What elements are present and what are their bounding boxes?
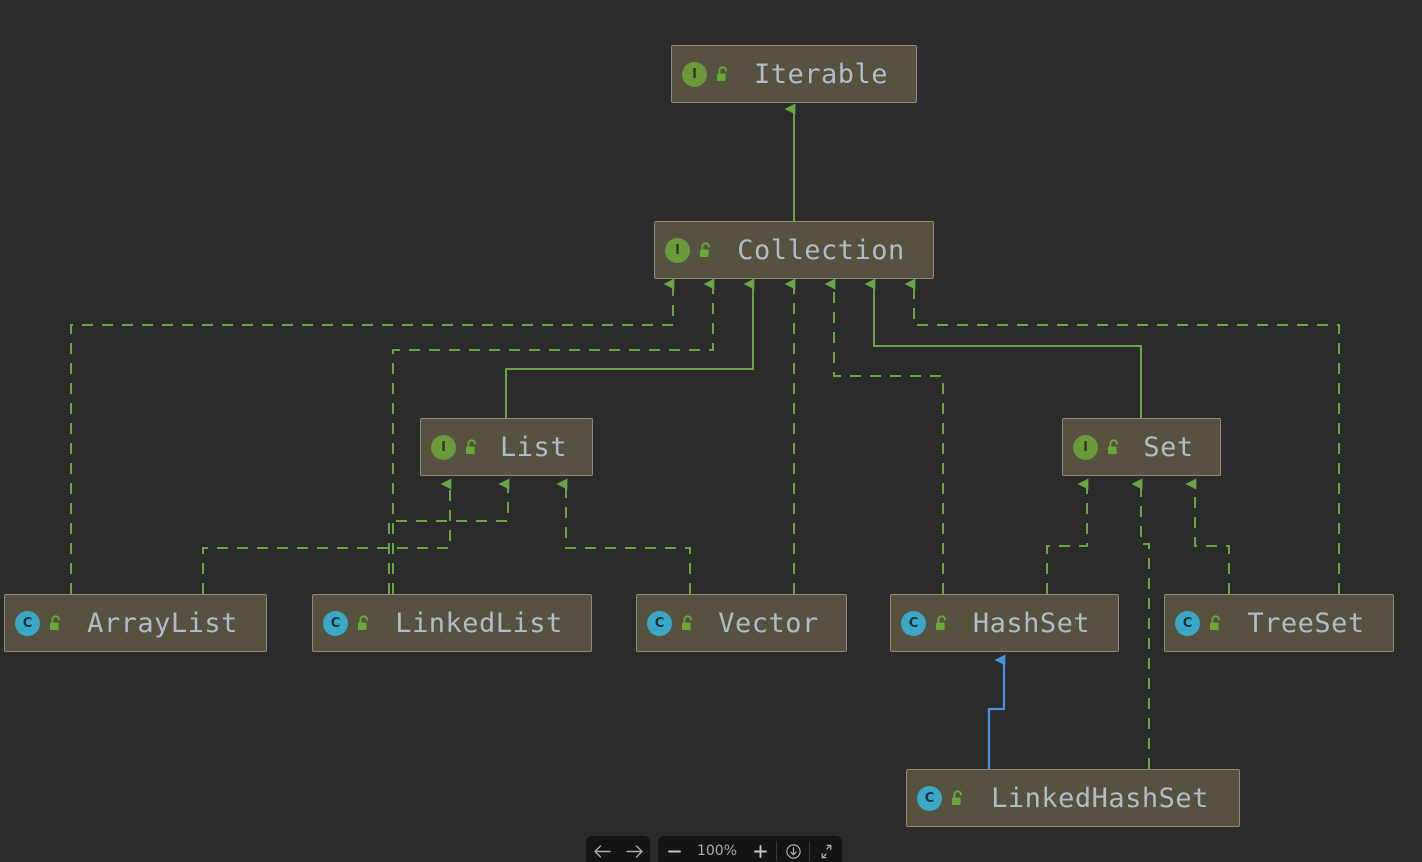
visibility-lock bbox=[47, 614, 65, 633]
node-hashset[interactable]: C HashSet bbox=[890, 594, 1119, 652]
node-icons: C bbox=[323, 610, 373, 636]
fit-content-icon bbox=[821, 844, 831, 858]
edge-vector-list[interactable] bbox=[556, 478, 691, 594]
visibility-lock bbox=[463, 438, 481, 457]
edge-linkedhashset-set[interactable] bbox=[1131, 478, 1150, 769]
node-treeset[interactable]: C TreeSet bbox=[1164, 594, 1394, 652]
diagram-canvas[interactable]: I Iterable I Collection I List I Set C ArrayList C… bbox=[0, 0, 1422, 862]
node-icons: C bbox=[901, 610, 951, 636]
node-collection[interactable]: I Collection bbox=[654, 221, 934, 279]
edge-hashset-set[interactable] bbox=[1046, 478, 1089, 594]
node-icons: C bbox=[917, 785, 967, 811]
unlocked-padlock-icon bbox=[358, 614, 368, 630]
edge-arraylist-list[interactable] bbox=[202, 478, 452, 594]
visibility-lock bbox=[1207, 614, 1225, 633]
edge-list-collection[interactable] bbox=[505, 278, 755, 418]
node-icons: C bbox=[15, 610, 65, 636]
node-linkedhashset[interactable]: C LinkedHashSet bbox=[906, 769, 1240, 827]
edge-treeset-set[interactable] bbox=[1185, 478, 1230, 594]
visibility-lock bbox=[1105, 438, 1123, 457]
unlocked-padlock-icon bbox=[50, 614, 60, 630]
class-icon: C bbox=[901, 610, 926, 636]
node-label: LinkedList bbox=[395, 607, 563, 639]
unlocked-padlock-icon bbox=[936, 614, 946, 630]
node-linkedlist[interactable]: C LinkedList bbox=[312, 594, 592, 652]
fit-content-button[interactable] bbox=[810, 836, 842, 862]
interface-icon: I bbox=[431, 434, 456, 460]
node-label: List bbox=[499, 431, 568, 463]
node-list[interactable]: I List bbox=[420, 418, 593, 476]
actual-size-icon bbox=[785, 843, 801, 859]
node-icons: C bbox=[647, 610, 697, 636]
node-icons: I bbox=[682, 61, 732, 87]
unlocked-padlock-icon bbox=[1210, 614, 1220, 630]
class-icon: C bbox=[647, 610, 672, 636]
node-arraylist[interactable]: C ArrayList bbox=[4, 594, 267, 652]
visibility-lock bbox=[697, 241, 715, 260]
minus-icon bbox=[667, 850, 681, 852]
visibility-lock bbox=[949, 789, 967, 808]
class-icon: C bbox=[1175, 610, 1200, 636]
arrow-right-icon bbox=[625, 844, 643, 858]
edge-linkedhashset-hashset[interactable] bbox=[987, 654, 1006, 769]
node-label: Vector bbox=[718, 607, 819, 639]
unlocked-padlock-icon bbox=[682, 614, 692, 630]
zoom-out-button[interactable] bbox=[658, 836, 690, 862]
diagram-toolbar[interactable]: 100% bbox=[586, 836, 842, 862]
edge-set-collection[interactable] bbox=[864, 278, 1142, 418]
node-set[interactable]: I Set bbox=[1062, 418, 1221, 476]
interface-icon: I bbox=[1073, 434, 1098, 460]
node-vector[interactable]: C Vector bbox=[636, 594, 847, 652]
unlocked-padlock-icon bbox=[717, 65, 727, 81]
class-icon: C bbox=[917, 785, 942, 811]
edge-linkedlist-list[interactable] bbox=[388, 478, 510, 594]
node-label: Collection bbox=[737, 234, 905, 266]
back-button[interactable] bbox=[586, 836, 618, 862]
node-iterable[interactable]: I Iterable bbox=[671, 45, 917, 103]
zoom-in-button[interactable] bbox=[744, 836, 776, 862]
visibility-lock bbox=[679, 614, 697, 633]
interface-icon: I bbox=[682, 61, 707, 87]
visibility-lock bbox=[933, 614, 951, 633]
visibility-lock bbox=[355, 614, 373, 633]
visibility-lock bbox=[714, 65, 732, 84]
actual-size-button[interactable] bbox=[777, 836, 809, 862]
navigation-group[interactable] bbox=[586, 836, 650, 862]
node-label: ArrayList bbox=[87, 607, 238, 639]
unlocked-padlock-icon bbox=[952, 789, 962, 805]
forward-button[interactable] bbox=[618, 836, 650, 862]
unlocked-padlock-icon bbox=[1108, 438, 1118, 454]
class-icon: C bbox=[15, 610, 40, 636]
zoom-level-label: 100% bbox=[696, 843, 738, 859]
node-label: TreeSet bbox=[1247, 607, 1365, 639]
node-icons: I bbox=[431, 434, 481, 460]
node-label: HashSet bbox=[972, 607, 1091, 639]
node-label: Iterable bbox=[753, 58, 889, 90]
interface-icon: I bbox=[665, 237, 690, 263]
node-label: LinkedHashSet bbox=[991, 782, 1209, 814]
edge-hashset-collection[interactable] bbox=[824, 278, 944, 594]
node-icons: C bbox=[1175, 610, 1225, 636]
arrow-left-icon bbox=[593, 844, 611, 858]
plus-icon bbox=[753, 844, 767, 858]
unlocked-padlock-icon bbox=[466, 438, 476, 454]
zoom-group[interactable]: 100% bbox=[658, 836, 842, 862]
unlocked-padlock-icon bbox=[700, 241, 710, 257]
node-icons: I bbox=[665, 237, 715, 263]
node-label: Set bbox=[1143, 431, 1194, 463]
class-icon: C bbox=[323, 610, 348, 636]
node-icons: I bbox=[1073, 434, 1123, 460]
